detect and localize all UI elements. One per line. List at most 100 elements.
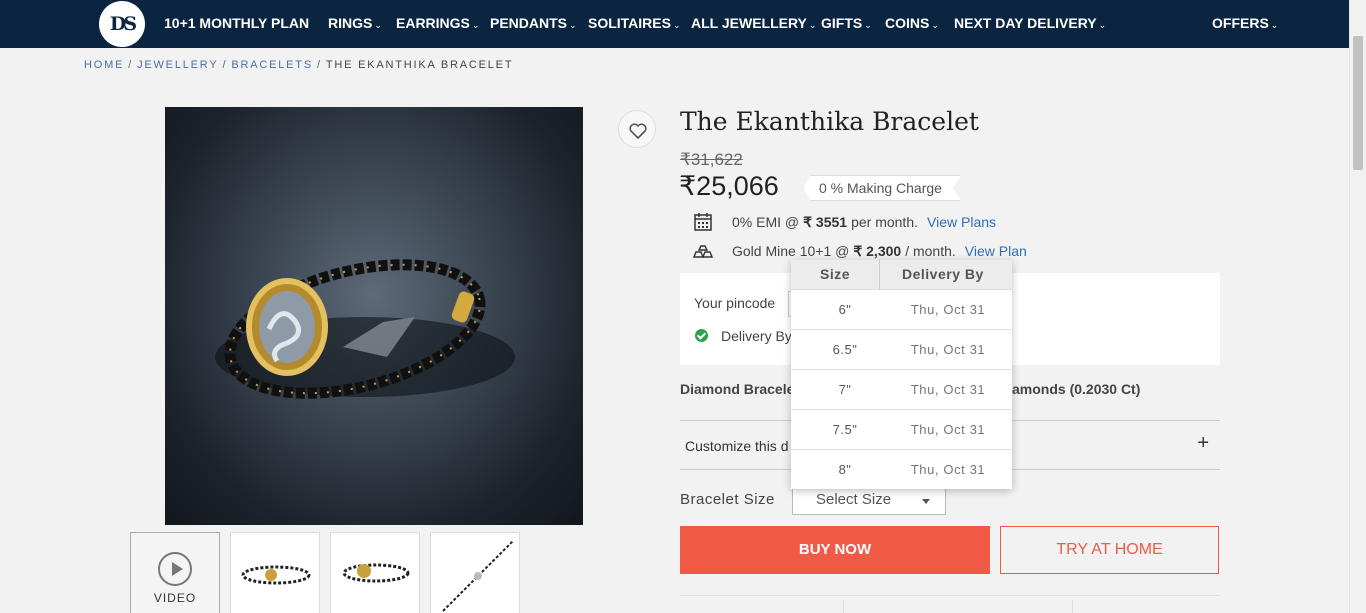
emi-prefix: 0% EMI @ (732, 214, 800, 230)
size-table-header: Size Delivery By (791, 260, 1012, 289)
brand-logo[interactable]: DS (99, 1, 145, 47)
nav-label: EARRINGS (396, 15, 470, 31)
nav-item-all-jewellery[interactable]: ALL JEWELLERY ⌄ (691, 0, 816, 48)
bracelet-illustration (215, 259, 515, 399)
delivery-by-text: Delivery By (721, 328, 792, 344)
bracelet-size-label: Bracelet Size (680, 491, 775, 508)
chevron-down-icon: ⌄ (808, 20, 817, 30)
gold-mine-row: Gold Mine 10+1 @ ₹ 2,300 / month. View P… (692, 240, 1027, 262)
nav-item-coins[interactable]: COINS ⌄ (885, 0, 939, 48)
divider (680, 595, 1220, 596)
nav-item-rings[interactable]: RINGS ⌄ (328, 0, 382, 48)
chevron-down-icon: ⌄ (1098, 20, 1107, 30)
pincode-label: Your pincode (694, 295, 776, 311)
play-icon (158, 552, 192, 586)
emi-amount: ₹ 3551 (803, 213, 848, 230)
gold-mine-amount: ₹ 2,300 (853, 242, 902, 259)
chevron-down-icon: ⌄ (569, 20, 577, 30)
bracelet-thumbnail (342, 563, 410, 583)
breadcrumb-jewellery[interactable]: JEWELLERY (137, 59, 218, 71)
size-option[interactable]: 7.5" Thu, Oct 31 (791, 409, 1012, 449)
chevron-down-icon: ⌄ (931, 20, 939, 30)
delivery-column-header: Delivery By (902, 266, 984, 282)
chevron-down-icon: ⌄ (672, 20, 681, 30)
plus-icon: + (1197, 432, 1209, 454)
nav-item-pendants[interactable]: PENDANTS ⌄ (490, 0, 577, 48)
top-navigation: DS 10+1 MONTHLY PLAN RINGS ⌄ EARRINGS ⌄ PE… (0, 0, 1366, 48)
breadcrumb-separator: / (316, 59, 322, 71)
view-plans-link[interactable]: View Plans (927, 214, 996, 230)
breadcrumb-separator: / (222, 59, 228, 71)
delivery-date: Thu, Oct 31 (910, 382, 986, 397)
diamond-details-right: amonds (0.2030 Ct) (1012, 381, 1141, 397)
size-option[interactable]: 6.5" Thu, Oct 31 (791, 329, 1012, 369)
size-value: 7.5" (832, 422, 858, 437)
nav-label: 10+1 MONTHLY PLAN (164, 15, 310, 31)
caret-down-icon (922, 499, 930, 504)
nav-label: SOLITAIRES (588, 15, 671, 31)
thumbnail-image-1[interactable] (230, 532, 320, 613)
size-value: 7" (838, 382, 852, 397)
breadcrumb: HOME / JEWELLERY / BRACELETS / THE EKANTHIKA B… (84, 59, 513, 71)
size-option[interactable]: 8" Thu, Oct 31 (791, 449, 1012, 489)
product-title: The Ekanthika Bracelet (680, 107, 979, 136)
breadcrumb-home[interactable]: HOME (84, 59, 124, 71)
check-circle-icon (695, 329, 708, 342)
nav-label: GIFTS (821, 15, 863, 31)
chevron-down-icon: ⌄ (374, 20, 382, 30)
delivery-date: Thu, Oct 31 (910, 302, 986, 317)
customize-label: Customize this d (685, 438, 789, 454)
logo-monogram: DS (109, 13, 137, 35)
nav-item-monthly-plan[interactable]: 10+1 MONTHLY PLAN (164, 0, 309, 48)
delivery-date: Thu, Oct 31 (910, 462, 986, 477)
size-column-header: Size (820, 266, 851, 282)
gold-bars-icon (692, 241, 714, 261)
sale-price: ₹25,066 (679, 171, 779, 201)
emi-suffix: per month. (851, 214, 919, 230)
nav-item-offers[interactable]: OFFERS ⌄ (1212, 0, 1278, 48)
nav-item-solitaires[interactable]: SOLITAIRES ⌄ (588, 0, 681, 48)
size-select[interactable]: Select Size (792, 487, 946, 515)
making-charge-badge: 0 % Making Charge (803, 175, 961, 201)
nav-label: OFFERS (1212, 15, 1269, 31)
scrollbar-thumb[interactable] (1353, 36, 1363, 170)
thumbnail-video[interactable]: VIDEO (130, 532, 220, 613)
divider (843, 600, 844, 613)
video-label: VIDEO (153, 591, 197, 605)
heart-icon (629, 123, 647, 139)
size-value: 6" (838, 302, 852, 317)
divider (1072, 600, 1073, 613)
original-price: ₹31,622 (680, 150, 743, 169)
nav-label: ALL JEWELLERY (691, 15, 807, 31)
breadcrumb-bracelets[interactable]: BRACELETS (231, 59, 313, 71)
view-plan-link[interactable]: View Plan (965, 243, 1027, 259)
try-at-home-button[interactable]: TRY AT HOME (1000, 526, 1219, 574)
chevron-down-icon: ⌄ (471, 20, 480, 30)
nav-item-earrings[interactable]: EARRINGS ⌄ (396, 0, 479, 48)
nav-label: NEXT DAY DELIVERY (954, 15, 1097, 31)
divider (879, 260, 880, 289)
size-option[interactable]: 6" Thu, Oct 31 (791, 289, 1012, 329)
buy-now-button[interactable]: BUY NOW (680, 526, 990, 574)
bracelet-thumbnail (442, 540, 514, 612)
calendar-icon (693, 212, 713, 232)
delivery-date: Thu, Oct 31 (910, 422, 986, 437)
emi-row: 0% EMI @ ₹ 3551 per month. View Plans (693, 211, 996, 233)
diamond-details-left: Diamond Bracele (680, 381, 795, 397)
thumbnail-image-2[interactable] (330, 532, 420, 613)
nav-label: PENDANTS (490, 15, 568, 31)
nav-item-next-day-delivery[interactable]: NEXT DAY DELIVERY ⌄ (954, 0, 1106, 48)
breadcrumb-separator: / (128, 59, 134, 71)
product-main-image[interactable] (165, 107, 583, 525)
thumbnail-image-3[interactable] (430, 532, 520, 613)
page-scrollbar[interactable] (1349, 0, 1366, 613)
size-option[interactable]: 7" Thu, Oct 31 (791, 369, 1012, 409)
size-dropdown-popover: Size Delivery By 6" Thu, Oct 31 6.5" Thu… (791, 260, 1012, 489)
gold-mine-suffix: / month. (905, 243, 956, 259)
size-value: 8" (838, 462, 852, 477)
breadcrumb-current: THE EKANTHIKA BRACELET (325, 59, 514, 71)
size-select-value: Select Size (816, 491, 892, 508)
nav-item-gifts[interactable]: GIFTS ⌄ (821, 0, 872, 48)
wishlist-button[interactable] (618, 110, 656, 148)
chevron-down-icon: ⌄ (864, 20, 872, 30)
